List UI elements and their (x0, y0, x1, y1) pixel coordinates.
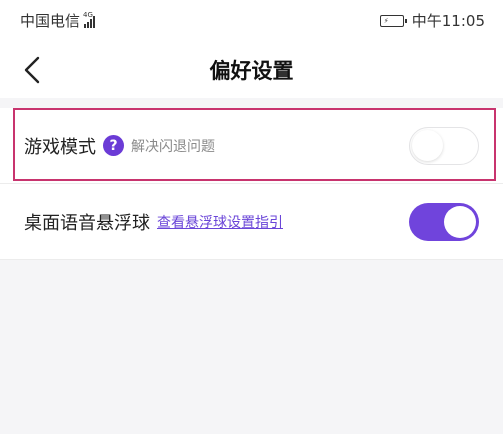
game-mode-hint: 解决闪退问题 (131, 138, 215, 155)
clock: 中午11:05 (411, 12, 485, 30)
toggle-knob (412, 129, 443, 161)
battery-icon: ⚡ (379, 14, 407, 27)
page-title: 偏好设置 (209, 59, 294, 83)
voice-ball-guide-link[interactable]: 查看悬浮球设置指引 (157, 212, 283, 232)
question-icon[interactable]: ? (103, 135, 124, 156)
status-bar: 中国电信 4G ⚡ 中午11:05 (0, 0, 503, 42)
game-mode-label: 游戏模式 (24, 136, 96, 158)
game-mode-toggle[interactable] (409, 126, 479, 165)
settings-list: 游戏模式 ? 解决闪退问题 桌面语音悬浮球 查看悬浮球设置指引 (0, 108, 503, 260)
voice-ball-row: 桌面语音悬浮球 查看悬浮球设置指引 (0, 184, 503, 260)
carrier-info: 中国电信 4G (20, 10, 96, 31)
toggle-knob (444, 205, 476, 238)
voice-ball-label: 桌面语音悬浮球 (24, 212, 150, 234)
carrier-name: 中国电信 (20, 12, 81, 30)
voice-ball-toggle[interactable] (409, 202, 479, 241)
network-type: 4G (83, 10, 93, 19)
signal-icon: 4G (83, 10, 96, 28)
status-right: ⚡ 中午11:05 (379, 10, 485, 31)
nav-bar: 偏好设置 (0, 42, 503, 98)
game-mode-row: 游戏模式 ? 解决闪退问题 (0, 108, 503, 184)
